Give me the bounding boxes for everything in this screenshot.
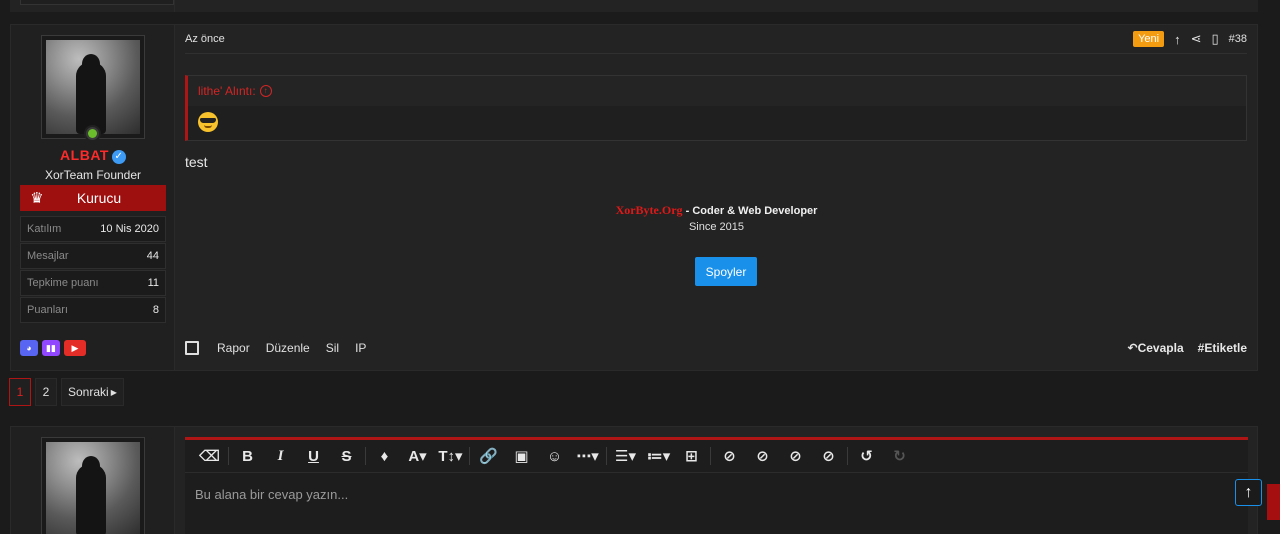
page-2[interactable]: 2 [35,378,57,406]
share-icon[interactable]: ⋖ [1191,31,1202,47]
select-post-checkbox[interactable] [185,341,199,355]
stat-messages: Mesajlar 44 [20,243,166,269]
next-page-button[interactable]: Sonraki ▶ [61,378,124,406]
toolbar-separator [847,447,848,465]
underline-icon[interactable]: U [297,442,330,470]
twitch-icon[interactable]: ▮▮ [42,340,60,356]
discord-icon[interactable]: ◕ [20,340,38,356]
reply-button[interactable]: ↶Cevapla [1128,341,1184,355]
social-links: ◕ ▮▮ ▶ [20,340,86,356]
page-1[interactable]: 1 [9,378,31,406]
font-size-icon[interactable]: T↕▾ [434,442,467,470]
image-icon[interactable]: ▣ [505,442,538,470]
online-status-icon [84,125,101,142]
edit-link[interactable]: Düzenle [266,341,310,355]
more-options-icon[interactable]: ⋯▾ [571,442,604,470]
post-main: Az önce Yeni ↑ ⋖ ▯ #38 lithe' Alıntı: ↑ … [176,25,1257,370]
stat-points: Puanları 8 [20,297,166,323]
user-stats: Katılım 10 Nis 2020 Mesajlar 44 Tepkime pu… [20,216,166,324]
pagination: 1 2 Sonraki ▶ [9,378,124,406]
arrow-up-icon[interactable]: ↑ [1174,32,1181,47]
sunglasses-emoji-icon [198,112,218,132]
crown-icon: ♛ [30,190,44,207]
hide-posts-icon[interactable]: ⊘ [746,442,779,470]
side-tab[interactable] [1267,484,1280,520]
signature: XorByte.Org - Coder & Web Developer Sinc… [176,203,1257,233]
eraser-icon[interactable]: ⌫ [193,442,226,470]
post-message: test [185,154,208,170]
avatar[interactable] [41,35,145,139]
scroll-to-top-button[interactable]: ↑ [1235,479,1262,506]
divider [174,0,175,12]
signature-role: Coder & Web Developer [692,205,818,217]
previous-post-tail [10,0,1258,12]
editor-toolbar: ⌫ B I U S ♦ A▾ T↕▾ 🔗 ▣ ☺ ⋯▾ ☰▾ ≔▾ ⊞ ⊘ ⊘ … [185,440,1248,473]
stat-reaction-score: Tepkime puanı 11 [20,270,166,296]
post-38: ALBAT ✓ XorTeam Founder ♛ Kurucu Katılım 1… [10,24,1258,371]
reply-avatar[interactable] [41,437,145,534]
table-icon[interactable]: ⊞ [675,442,708,470]
signature-since: Since 2015 [688,221,745,233]
tag-button[interactable]: #Etiketle [1198,341,1247,355]
post-number[interactable]: #38 [1229,33,1247,45]
circle-arrow-up-icon[interactable]: ↑ [259,85,272,97]
toolbar-separator [710,447,711,465]
previous-user-stats-box [20,0,174,5]
delete-link[interactable]: Sil [326,341,339,355]
reply-editor: ⌫ B I U S ♦ A▾ T↕▾ 🔗 ▣ ☺ ⋯▾ ☰▾ ≔▾ ⊞ ⊘ ⊘ … [185,437,1248,534]
bookmark-icon[interactable]: ▯ [1211,31,1218,47]
caret-right-icon: ▶ [110,387,117,397]
list-icon[interactable]: ≔▾ [642,442,675,470]
hide-members-icon[interactable]: ⊘ [812,442,845,470]
avatar-image [46,442,140,534]
user-banner: ♛ Kurucu [20,185,166,211]
bold-icon[interactable]: B [231,442,264,470]
toolbar-separator [365,447,366,465]
post-time[interactable]: Az önce [185,33,225,45]
new-badge: Yeni [1133,31,1165,47]
stat-joined: Katılım 10 Nis 2020 [20,216,166,242]
hide-reply-icon[interactable]: ⊘ [713,442,746,470]
undo-icon[interactable]: ↺ [850,442,883,470]
redo-icon[interactable]: ↻ [883,442,916,470]
quote-header[interactable]: lithe' Alıntı: ↑ [188,76,1246,106]
signature-brand[interactable]: XorByte.Org [616,203,683,217]
italic-icon[interactable]: I [264,442,297,470]
quick-reply: ⌫ B I U S ♦ A▾ T↕▾ 🔗 ▣ ☺ ⋯▾ ☰▾ ≔▾ ⊞ ⊘ ⊘ … [10,426,1258,534]
post-actions: Rapor Düzenle Sil IP ↶Cevapla #Etiketle [185,337,1247,359]
report-link[interactable]: Rapor [217,341,250,355]
user-title: XorTeam Founder [44,168,142,182]
toolbar-separator [469,447,470,465]
reply-textarea[interactable]: Bu alana bir cevap yazın... [185,473,1248,516]
verified-badge-icon: ✓ [111,150,126,164]
spoiler-button[interactable]: Spoyler [695,257,757,286]
quote-body [188,106,1246,141]
avatar-image [46,40,140,134]
toolbar-separator [606,447,607,465]
smiley-icon[interactable]: ☺ [538,442,571,470]
quote-block: lithe' Alıntı: ↑ [185,75,1247,141]
ip-link[interactable]: IP [355,341,366,355]
reply-icon: ↶ [1127,341,1138,355]
arrow-up-icon: ↑ [1244,483,1253,501]
reply-user-cell [11,427,175,534]
post-user-cell: ALBAT ✓ XorTeam Founder ♛ Kurucu Katılım 1… [11,25,175,370]
text-color-icon[interactable]: ♦ [368,442,401,470]
link-icon[interactable]: 🔗 [472,442,505,470]
hide-reactions-icon[interactable]: ⊘ [779,442,812,470]
font-family-icon[interactable]: A▾ [401,442,434,470]
youtube-icon[interactable]: ▶ [64,340,86,356]
align-icon[interactable]: ☰▾ [609,442,642,470]
strikethrough-icon[interactable]: S [330,442,363,470]
username[interactable]: ALBAT ✓ [11,147,175,164]
post-attribution: Az önce Yeni ↑ ⋖ ▯ #38 [185,25,1247,54]
toolbar-separator [228,447,229,465]
